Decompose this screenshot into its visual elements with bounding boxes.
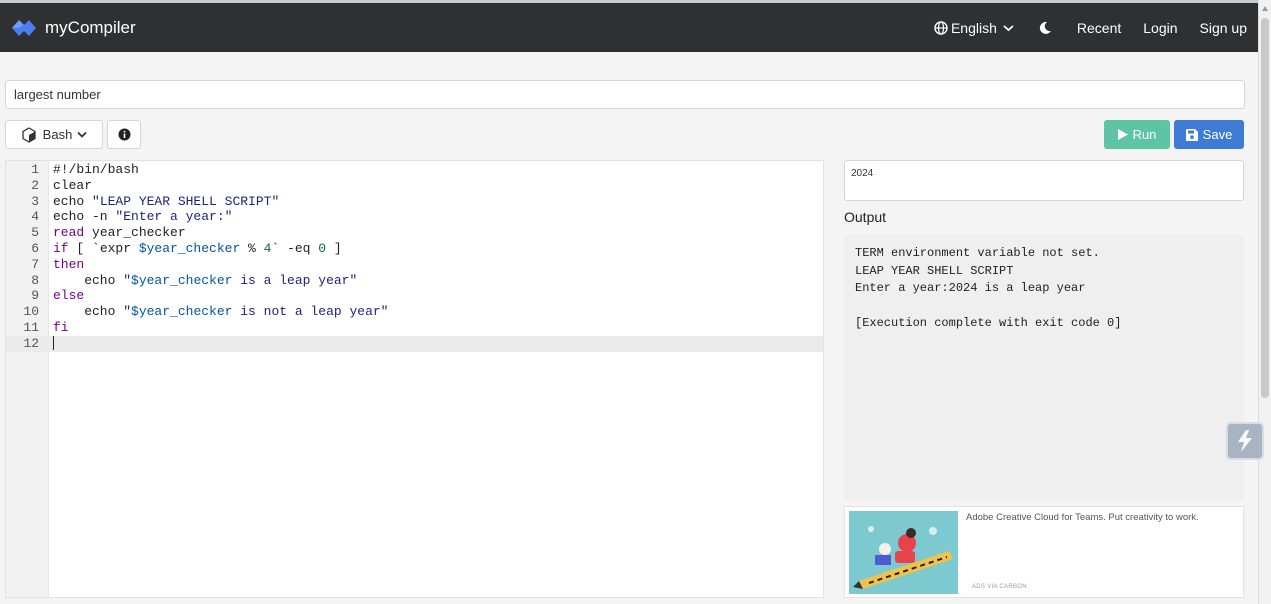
language-menu[interactable]: English bbox=[934, 20, 1017, 36]
line-number: 12 bbox=[23, 335, 39, 351]
code-lines[interactable]: 1 #!/bin/bash 2 clear 3 echo "LEAP YEAR SHE… bbox=[6, 162, 823, 352]
output-line: Enter a year:2024 is a leap year bbox=[855, 281, 1086, 295]
line-number: 2 bbox=[31, 177, 39, 193]
code-line[interactable]: 5 read year_checker bbox=[6, 225, 823, 241]
line-number: 6 bbox=[31, 240, 39, 256]
top-navbar: myCompiler English Recent Login Sign up bbox=[0, 0, 1258, 52]
language-menu-label: English bbox=[950, 19, 997, 36]
globe-icon bbox=[934, 20, 948, 35]
scroll-up-arrow-icon[interactable] bbox=[1262, 6, 1268, 11]
brand[interactable]: myCompiler bbox=[12, 18, 136, 38]
line-number: 8 bbox=[31, 272, 39, 288]
code-text: read year_checker bbox=[53, 225, 186, 241]
code-line[interactable]: 2 clear bbox=[6, 178, 823, 194]
ad-text[interactable]: Adobe Creative Cloud for Teams. Put crea… bbox=[966, 512, 1199, 523]
carbon-ad[interactable]: Adobe Creative Cloud for Teams. Put crea… bbox=[844, 506, 1244, 598]
output-heading: Output bbox=[844, 209, 887, 225]
info-icon bbox=[118, 128, 130, 141]
dark-mode-toggle[interactable] bbox=[1039, 21, 1055, 34]
code-text: #!/bin/bash bbox=[53, 162, 139, 177]
code-line[interactable]: 3 echo "LEAP YEAR SHELL SCRIPT" bbox=[6, 194, 823, 210]
play-icon bbox=[1117, 129, 1128, 140]
code-text bbox=[53, 336, 54, 352]
ad-via-label[interactable]: ADS VIA CARBON bbox=[972, 584, 1027, 590]
info-button[interactable] bbox=[107, 120, 141, 149]
code-text: if [ `expr $year_checker % 4` -eq 0 ] bbox=[53, 240, 342, 256]
logo-icon bbox=[12, 19, 36, 36]
language-select-button[interactable]: Bash bbox=[5, 120, 103, 149]
run-button-label: Run bbox=[1132, 127, 1157, 142]
output-line: TERM environment variable not set. bbox=[855, 246, 1100, 260]
floating-action-button[interactable] bbox=[1226, 422, 1264, 460]
line-number: 10 bbox=[23, 304, 39, 320]
float-action-icon bbox=[1238, 430, 1252, 452]
language-select-label: Bash bbox=[42, 127, 73, 142]
line-number: 5 bbox=[31, 225, 39, 241]
output-line: [Execution complete with exit code 0] bbox=[855, 316, 1122, 330]
bash-icon bbox=[22, 126, 36, 143]
code-text: else bbox=[53, 288, 85, 304]
nav-menu: English Recent Login Sign up bbox=[934, 20, 1258, 36]
code-line[interactable]: 9 else bbox=[6, 288, 823, 304]
save-icon bbox=[1185, 128, 1198, 141]
chevron-down-icon bbox=[1003, 24, 1014, 31]
text-cursor bbox=[53, 336, 54, 351]
login-link[interactable]: Login bbox=[1143, 20, 1177, 36]
code-text: clear bbox=[53, 177, 93, 193]
code-line-active[interactable]: 12 bbox=[6, 335, 823, 352]
save-button-label: Save bbox=[1202, 127, 1233, 142]
code-editor[interactable]: 1 #!/bin/bash 2 clear 3 echo "LEAP YEAR SHE… bbox=[5, 160, 824, 598]
code-text: echo "$year_checker is not a leap year" bbox=[53, 304, 389, 320]
brand-name: myCompiler bbox=[45, 17, 136, 37]
line-number: 11 bbox=[23, 319, 39, 335]
code-line[interactable]: 10 echo "$year_checker is not a leap yea… bbox=[6, 304, 823, 320]
page-scrollbar[interactable] bbox=[1258, 0, 1271, 604]
code-line[interactable]: 6 if [ `expr $year_checker % 4` -eq 0 ] bbox=[6, 241, 823, 257]
line-number: 3 bbox=[31, 193, 39, 209]
chevron-down-icon bbox=[77, 131, 87, 138]
code-line[interactable]: 7 then bbox=[6, 257, 823, 273]
recent-link[interactable]: Recent bbox=[1077, 20, 1121, 36]
save-button[interactable]: Save bbox=[1174, 120, 1244, 149]
program-title-input[interactable] bbox=[5, 80, 1245, 109]
code-text: echo "LEAP YEAR SHELL SCRIPT" bbox=[53, 193, 280, 209]
code-text: echo "$year_checker is a leap year" bbox=[53, 272, 358, 288]
line-number: 4 bbox=[31, 209, 39, 225]
code-text: fi bbox=[53, 319, 69, 335]
code-line[interactable]: 11 fi bbox=[6, 320, 823, 336]
code-line[interactable]: 1 #!/bin/bash bbox=[6, 162, 823, 178]
run-button[interactable]: Run bbox=[1104, 120, 1170, 149]
signup-link[interactable]: Sign up bbox=[1200, 20, 1247, 36]
output-panel: TERM environment variable not set. LEAP … bbox=[844, 235, 1244, 499]
code-line[interactable]: 4 echo -n "Enter a year:" bbox=[6, 209, 823, 225]
ad-image[interactable] bbox=[849, 511, 958, 594]
line-number: 7 bbox=[31, 256, 39, 272]
code-line[interactable]: 8 echo "$year_checker is a leap year" bbox=[6, 273, 823, 289]
line-number: 1 bbox=[31, 162, 39, 177]
scroll-thumb[interactable] bbox=[1261, 18, 1269, 398]
code-text: echo -n "Enter a year:" bbox=[53, 209, 233, 225]
stdin-input[interactable]: 2024 bbox=[844, 160, 1244, 201]
output-line: LEAP YEAR SHELL SCRIPT bbox=[855, 263, 1014, 278]
code-text: then bbox=[53, 256, 85, 272]
line-number: 9 bbox=[31, 288, 39, 304]
moon-icon bbox=[1039, 21, 1051, 34]
